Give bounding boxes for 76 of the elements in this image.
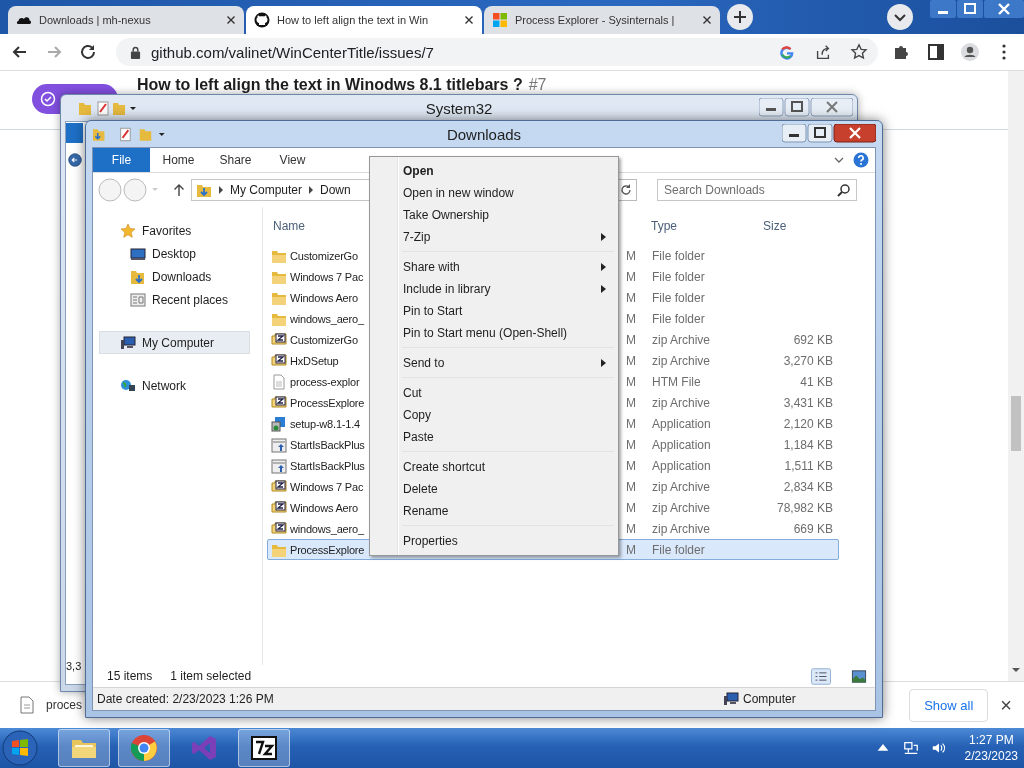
type-cell: Application [652,437,711,452]
issue-title: How to left align the text in Winodws 8.1 titlebars ? [137,76,523,94]
size-cell: 1,511 KB [784,458,833,473]
location-label: Computer [743,692,796,706]
issue-number: #7 [528,76,547,94]
type-cell: Application [652,416,711,431]
date-cell: M [626,437,636,452]
date-cell: M [626,248,636,263]
date-cell: M [626,479,636,494]
clock-time: 1:27 PM [968,732,1014,748]
nav-label: Favorites [142,223,192,238]
tab-title: Downloads | mh-nexus [39,14,152,26]
type-cell: zip Archive [652,479,711,494]
item-count: 15 items [107,669,153,683]
date-cell: M [626,395,636,410]
file-name: CustomizerGo [290,333,358,346]
file-name: Windows 7 Pac [290,270,364,283]
size-cell: 3,431 KB [783,395,833,410]
tab-title: How to left align the text in Win [277,14,429,26]
date-cell: M [626,332,636,347]
file-name: process-explor [290,375,360,388]
date-cell: M [626,500,636,515]
type-cell: File folder [652,269,705,284]
nav-label: Desktop [152,246,197,261]
file-name: Windows Aero [290,501,358,514]
window-title: Downloads [446,125,522,143]
nav-label: Recent places [152,292,229,307]
date-cell: M [626,542,636,557]
file-name: Windows 7 Pac [290,480,364,493]
date-cell: M [626,290,636,305]
window-title: System32 [425,99,493,117]
clock-date: 2/23/2023 [964,748,1018,764]
file-name: StartIsBackPlus [290,438,365,451]
size-cell: 78,982 KB [776,500,833,515]
date-cell: M [626,458,636,473]
type-cell: zip Archive [652,395,711,410]
type-cell: zip Archive [652,521,711,536]
date-cell: M [626,416,636,431]
nav-label: Network [142,378,186,393]
file-name: StartIsBackPlus [290,459,365,472]
type-cell: zip Archive [652,500,711,515]
size-cell: 2,120 KB [783,416,833,431]
date-created: Date created: 2/23/2023 1:26 PM [97,692,274,706]
size-cell: 3,270 KB [783,353,833,368]
file-name: HxDSetup [290,354,339,367]
size-cell: 2,834 KB [783,479,833,494]
type-cell: zip Archive [652,353,711,368]
date-cell: M [626,374,636,389]
tab-title: Process Explorer - Sysinternals | [515,14,676,26]
url-text: github.com/valinet/WinCenterTitle/issues/7 [151,43,434,61]
type-cell: zip Archive [652,332,711,347]
type-cell: File folder [652,311,705,326]
date-cell: M [626,353,636,368]
type-cell: Application [652,458,711,473]
size-cell: 3,3 [66,660,82,672]
size-cell: 669 KB [793,521,833,536]
date-cell: M [626,269,636,284]
size-cell: 1,184 KB [783,437,833,452]
file-name: Windows Aero [290,291,358,304]
nav-label: Downloads [152,269,212,284]
file-name: windows_aero_ [290,522,364,535]
selection-count: 1 item selected [170,669,252,683]
file-name: windows_aero_ [290,312,364,325]
type-cell: HTM File [652,374,701,389]
date-cell: M [626,521,636,536]
date-cell: M [626,311,636,326]
file-name: CustomizerGo [290,249,358,262]
size-cell: 41 KB [800,374,833,389]
file-name: ProcessExplore [290,543,365,556]
file-name: setup-w8.1-1.4 [290,417,360,430]
type-cell: File folder [652,248,705,263]
nav-label: My Computer [142,335,215,350]
file-name: ProcessExplore [290,396,365,409]
type-cell: File folder [652,542,705,557]
size-cell: 692 KB [793,332,833,347]
type-cell: File folder [652,290,705,305]
